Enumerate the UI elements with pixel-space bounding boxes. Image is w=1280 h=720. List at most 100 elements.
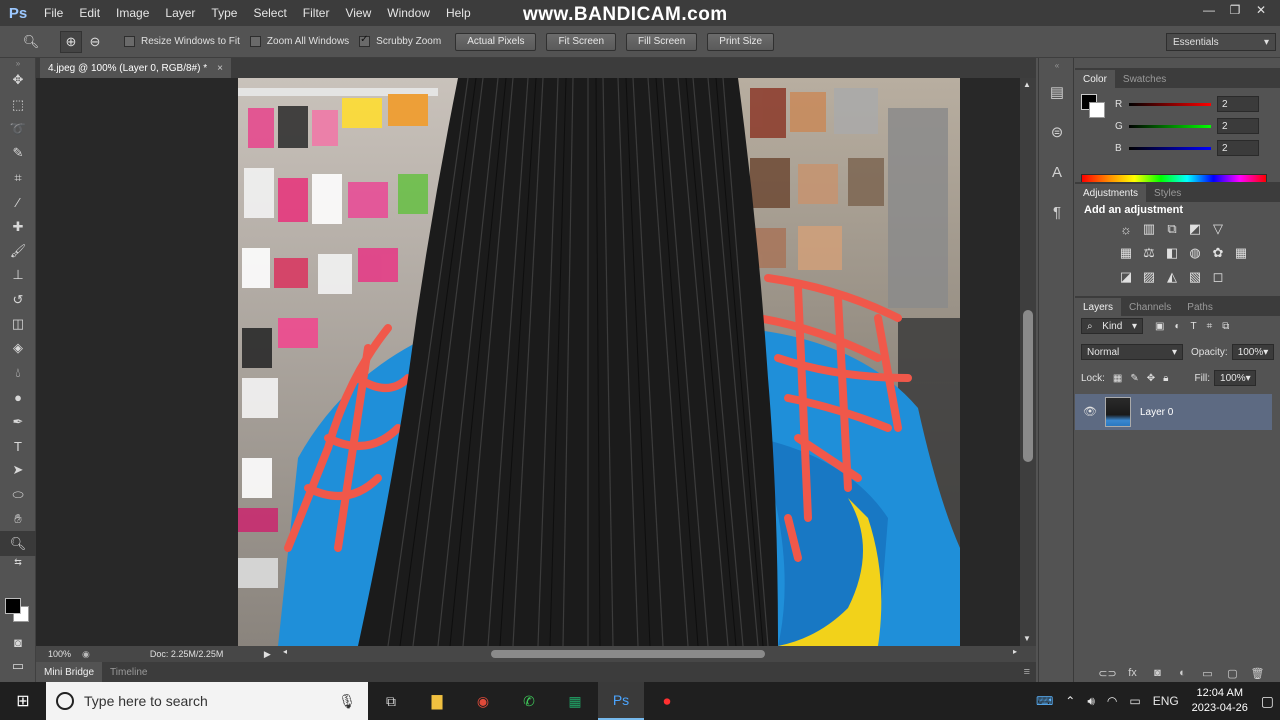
wifi-icon[interactable]: ◠ <box>1101 694 1123 708</box>
bandicam-record-icon[interactable]: ⏺ <box>644 682 690 720</box>
eye-icon[interactable]: 👁︎ <box>1083 405 1097 418</box>
paragraph-panel-icon[interactable]: ¶ <box>1039 192 1075 232</box>
quick-mask-icon[interactable]: ◙ <box>0 630 36 654</box>
foreground-color-swatch[interactable] <box>5 598 21 614</box>
chevron-up-icon[interactable]: ⌃ <box>1059 694 1081 708</box>
clock[interactable]: 12:04 AM 2023-04-26 <box>1185 686 1255 716</box>
lasso-tool-icon[interactable]: ➰ <box>0 117 36 141</box>
menu-window[interactable]: Window <box>379 0 438 26</box>
history-panel-icon[interactable]: ▤ <box>1039 72 1075 112</box>
brightness-icon[interactable]: ☼ <box>1115 220 1137 238</box>
blur-tool-icon[interactable]: 💧︎ <box>0 361 36 385</box>
actual-pixels-button[interactable]: Actual Pixels <box>455 32 537 51</box>
blend-mode-select[interactable]: Normal ▾ <box>1081 344 1183 360</box>
filter-pixel-icon[interactable]: ▣ <box>1155 321 1164 332</box>
type-tool-icon[interactable]: T <box>0 434 36 458</box>
new-layer-icon[interactable]: ▢ <box>1220 667 1245 680</box>
vertical-scrollbar[interactable]: ▲ ▼ <box>1020 78 1036 646</box>
scroll-up-icon[interactable]: ▲ <box>1023 80 1031 89</box>
status-menu-icon[interactable]: ▶ <box>264 649 271 660</box>
zoom-out-icon[interactable]: ⊖ <box>84 31 106 53</box>
channel-mixer-icon[interactable]: ✿ <box>1207 244 1229 262</box>
black-white-icon[interactable]: ◧ <box>1161 244 1183 262</box>
hue-saturation-icon[interactable]: ▦ <box>1115 244 1137 262</box>
fill-field[interactable]: 100% ▾ <box>1214 370 1257 386</box>
canvas-image[interactable] <box>238 78 960 646</box>
filter-adjustment-icon[interactable]: ◐ <box>1174 321 1180 332</box>
color-balance-icon[interactable]: ⚖ <box>1138 244 1160 262</box>
document-tab[interactable]: 4.jpeg @ 100% (Layer 0, RGB/8#) * × <box>40 58 231 78</box>
layer-kind-select[interactable]: ⌕ Kind ▾ <box>1081 318 1143 334</box>
language-indicator[interactable]: ENG <box>1147 694 1185 708</box>
tab-layers[interactable]: Layers <box>1075 298 1122 316</box>
filter-shape-icon[interactable]: ⌗ <box>1207 321 1213 332</box>
close-icon[interactable]: ✕ <box>1248 0 1274 20</box>
menu-layer[interactable]: Layer <box>157 0 203 26</box>
eyedropper-tool-icon[interactable]: ⁄ <box>0 190 36 214</box>
green-value-field[interactable]: 2 <box>1217 118 1259 134</box>
marquee-tool-icon[interactable]: ⬚ <box>0 92 36 116</box>
layer-style-icon[interactable]: fx <box>1120 667 1145 679</box>
export-icon[interactable]: ◉ <box>82 649 90 660</box>
tab-swatches[interactable]: Swatches <box>1115 70 1174 88</box>
opacity-field[interactable]: 100% ▾ <box>1231 344 1274 360</box>
battery-icon[interactable]: ▭ <box>1123 694 1146 708</box>
zoom-level[interactable]: 100% <box>36 649 76 659</box>
taskbar-search-box[interactable]: Type here to search 🎙︎ <box>46 682 368 720</box>
resize-windows-checkbox[interactable]: Resize Windows to Fit <box>124 36 240 47</box>
tab-channels[interactable]: Channels <box>1121 298 1179 316</box>
exposure-icon[interactable]: ◩ <box>1184 220 1206 238</box>
brush-tool-icon[interactable]: 🖌︎ <box>0 239 36 263</box>
menu-file[interactable]: File <box>36 0 71 26</box>
curves-icon[interactable]: ⧉ <box>1161 220 1183 238</box>
menu-image[interactable]: Image <box>108 0 157 26</box>
link-layers-icon[interactable]: ⊂⊃ <box>1095 667 1120 680</box>
quick-selection-tool-icon[interactable]: ✎ <box>0 141 36 165</box>
gradient-map-icon[interactable]: ▧ <box>1184 268 1206 286</box>
zoom-tool-icon[interactable]: 🔍︎ <box>0 531 36 556</box>
dodge-tool-icon[interactable]: ● <box>0 385 36 409</box>
tab-paths[interactable]: Paths <box>1179 298 1221 316</box>
notifications-icon[interactable]: ▢ <box>1255 693 1280 710</box>
blue-slider[interactable] <box>1129 146 1211 150</box>
panel-collapse-icon[interactable]: » <box>0 58 36 68</box>
trash-icon[interactable]: 🗑︎ <box>1245 667 1270 680</box>
menu-type[interactable]: Type <box>203 0 245 26</box>
menu-edit[interactable]: Edit <box>71 0 108 26</box>
lock-position-icon[interactable]: ✥ <box>1147 373 1155 384</box>
fill-screen-button[interactable]: Fill Screen <box>626 32 698 51</box>
eraser-tool-icon[interactable]: ◫ <box>0 312 36 336</box>
lock-transparent-icon[interactable]: ▦ <box>1113 373 1122 384</box>
menu-filter[interactable]: Filter <box>295 0 338 26</box>
new-group-icon[interactable]: ▭ <box>1195 667 1220 680</box>
levels-icon[interactable]: ▥ <box>1138 220 1160 238</box>
filter-smart-object-icon[interactable]: ⧉ <box>1222 321 1229 332</box>
character-panel-icon[interactable]: A <box>1039 152 1075 192</box>
move-tool-icon[interactable]: ✥ <box>0 68 36 92</box>
panel-collapse-icon[interactable]: « <box>1039 58 1075 72</box>
fit-screen-button[interactable]: Fit Screen <box>546 32 617 51</box>
task-view-icon[interactable]: ⧉ <box>368 682 414 720</box>
swap-colors-icon[interactable]: ⇆ <box>0 556 36 570</box>
menu-select[interactable]: Select <box>245 0 294 26</box>
posterize-icon[interactable]: ▨ <box>1138 268 1160 286</box>
tab-adjustments[interactable]: Adjustments <box>1075 184 1147 202</box>
zoom-in-icon[interactable]: ⊕ <box>60 30 82 53</box>
tab-mini-bridge[interactable]: Mini Bridge <box>36 662 103 682</box>
crop-tool-icon[interactable]: ⌗ <box>0 166 36 190</box>
layer-row[interactable]: 👁︎ Layer 0 <box>1075 394 1272 430</box>
photoshop-taskbar-icon[interactable]: Ps <box>598 682 644 720</box>
windows-start-icon[interactable]: ⊞ <box>0 682 46 720</box>
threshold-icon[interactable]: ◭ <box>1161 268 1183 286</box>
background-color-swatch[interactable] <box>1089 102 1105 118</box>
history-brush-tool-icon[interactable]: ↺ <box>0 288 36 312</box>
panel-menu-icon[interactable]: ≡ <box>1024 666 1030 678</box>
hand-tool-icon[interactable]: ✋︎ <box>0 507 36 531</box>
horizontal-scrollbar[interactable]: ◂ ▸ <box>283 647 1026 659</box>
zoom-tool-icon[interactable]: 🔍︎ <box>20 31 42 53</box>
excel-icon[interactable]: ▦ <box>552 682 598 720</box>
clone-stamp-tool-icon[interactable]: ⊥ <box>0 263 36 287</box>
red-value-field[interactable]: 2 <box>1217 96 1259 112</box>
scroll-right-icon[interactable]: ▸ <box>1013 647 1017 656</box>
scroll-down-icon[interactable]: ▼ <box>1023 634 1031 643</box>
